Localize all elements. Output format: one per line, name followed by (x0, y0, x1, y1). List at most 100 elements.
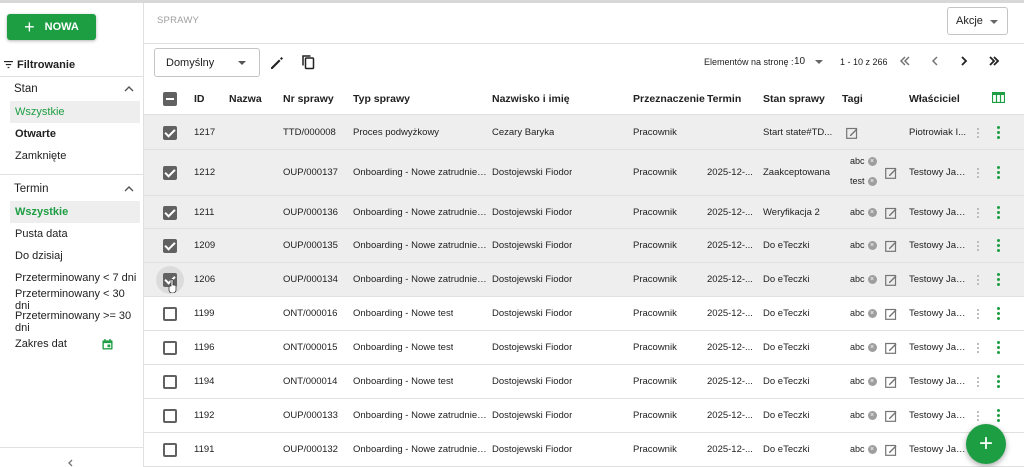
remove-tag-icon[interactable]: × (867, 342, 877, 352)
filter-termin-range[interactable]: Zakres dat (10, 333, 140, 355)
column-header[interactable]: Nr sprawy (283, 93, 334, 105)
columns-icon[interactable] (992, 92, 1005, 103)
table-row[interactable]: 1206 OUP/000134 Onboarding - Nowe zatrudni… (144, 263, 1024, 297)
filter-stan-all[interactable]: Wszystkie (10, 101, 140, 123)
view-select[interactable]: Domyślny (154, 48, 260, 77)
row-menu-icon[interactable] (997, 341, 1001, 355)
row-checkbox[interactable] (163, 239, 177, 253)
column-header[interactable]: ID (194, 93, 205, 105)
table-row[interactable]: 1196 ONT/000015 Onboarding - Nowe test Dost… (144, 331, 1024, 365)
edit-tags-icon[interactable] (885, 273, 898, 286)
filter-termin-all[interactable]: Wszystkie (10, 201, 140, 223)
table-row[interactable]: 1191 OUP/000132 Onboarding - Nowe zatrudni… (144, 433, 1024, 467)
row-checkbox[interactable] (163, 125, 177, 140)
remove-tag-icon[interactable]: × (867, 274, 877, 284)
table-row[interactable]: 1211 OUP/000136 Onboarding - Nowe zatrudni… (144, 196, 1024, 229)
edit-tags-icon[interactable] (846, 126, 859, 139)
remove-tag-icon[interactable]: × (867, 156, 877, 166)
tag-chip[interactable]: abc × (850, 308, 877, 318)
row-menu-icon[interactable] (997, 205, 1001, 220)
row-checkbox[interactable] (163, 443, 177, 457)
chevron-up-icon[interactable] (124, 84, 134, 94)
column-header[interactable]: Stan sprawy (763, 93, 825, 105)
column-header[interactable]: Przeznaczenie (633, 93, 705, 105)
edit-tags-icon[interactable] (885, 375, 898, 388)
actions-dropdown[interactable]: Akcje (947, 7, 1008, 35)
select-all-checkbox[interactable] (163, 92, 177, 106)
section-termin-header[interactable]: Termin (14, 183, 134, 195)
tag-chip[interactable]: abc × (850, 207, 877, 217)
remove-tag-icon[interactable]: × (867, 176, 877, 186)
filter-termin-empty[interactable]: Pusta data (10, 223, 140, 245)
tag-chip[interactable]: abc × (850, 240, 877, 250)
cell-case-number: OUP/000135 (283, 240, 338, 251)
chevron-up-icon[interactable] (124, 184, 134, 194)
filter-termin-overdue-30-plus[interactable]: Przeterminowany >= 30 dni (10, 310, 140, 334)
next-page-icon[interactable] (957, 54, 971, 68)
row-checkbox[interactable] (163, 166, 177, 180)
row-checkbox[interactable] (163, 375, 177, 389)
cell-purpose: Pracownik (633, 376, 677, 387)
prev-page-icon[interactable] (928, 54, 942, 68)
row-menu-icon[interactable] (997, 239, 1001, 253)
row-menu-icon[interactable] (997, 166, 1001, 180)
filter-stan-closed[interactable]: Zamknięte (10, 145, 140, 167)
row-menu-icon[interactable] (997, 375, 1001, 389)
edit-tags-icon[interactable] (885, 206, 898, 219)
filter-termin-overdue-30[interactable]: Przeterminowany < 30 dni (10, 288, 140, 312)
filter-termin-overdue-7[interactable]: Przeterminowany < 7 dni (10, 267, 140, 289)
edit-tags-icon[interactable] (885, 443, 898, 456)
calendar-icon[interactable] (102, 339, 113, 350)
page-size-select[interactable]: 10 (794, 56, 805, 67)
edit-tags-icon[interactable] (885, 307, 898, 320)
tag-chip[interactable]: abc × (850, 156, 877, 166)
tag-chip[interactable]: abc × (850, 376, 877, 386)
column-header[interactable]: Nazwa (229, 93, 262, 105)
remove-tag-icon[interactable]: × (867, 444, 877, 454)
tag-chip[interactable]: abc × (850, 274, 877, 284)
row-checkbox[interactable] (163, 205, 177, 220)
row-menu-icon[interactable] (997, 307, 1001, 321)
edit-tags-icon[interactable] (885, 239, 898, 252)
remove-tag-icon[interactable]: × (867, 308, 877, 318)
remove-tag-icon[interactable]: × (867, 376, 877, 386)
row-menu-icon[interactable] (997, 409, 1001, 423)
column-header[interactable]: Termin (707, 93, 741, 105)
remove-tag-icon[interactable]: × (867, 410, 877, 420)
row-checkbox[interactable] (163, 409, 177, 423)
column-header[interactable]: Typ sprawy (353, 93, 410, 105)
table-row[interactable]: 1192 OUP/000133 Onboarding - Nowe zatrudni… (144, 399, 1024, 433)
row-menu-icon[interactable] (997, 273, 1001, 287)
column-header[interactable]: Właściciel (909, 93, 960, 105)
new-button[interactable]: + NOWA (7, 14, 96, 40)
tag-chip[interactable]: abc × (850, 342, 877, 352)
edit-icon[interactable] (269, 55, 285, 71)
filter-stan-open[interactable]: Otwarte (10, 123, 140, 145)
remove-tag-icon[interactable]: × (867, 240, 877, 250)
filter-termin-today[interactable]: Do dzisiaj (10, 245, 140, 267)
table-row[interactable]: 1217 TTD/000008 Proces podwyżkowy Cezary Ba… (144, 115, 1024, 150)
section-stan-header[interactable]: Stan (14, 83, 134, 95)
row-checkbox[interactable] (163, 341, 177, 355)
tag-chip[interactable]: abc × (850, 410, 877, 420)
column-header[interactable]: Tagi (842, 93, 863, 105)
remove-tag-icon[interactable]: × (867, 207, 877, 217)
first-page-icon[interactable] (898, 54, 912, 68)
copy-icon[interactable] (301, 54, 317, 70)
chevron-left-icon[interactable] (66, 459, 76, 467)
tag-chip[interactable]: test × (850, 176, 877, 186)
caret-down-icon[interactable] (815, 60, 823, 64)
last-page-icon[interactable] (987, 54, 1001, 68)
table-row[interactable]: 1209 OUP/000135 Onboarding - Nowe zatrudni… (144, 229, 1024, 263)
edit-tags-icon[interactable] (885, 341, 898, 354)
table-row[interactable]: 1199 ONT/000016 Onboarding - Nowe test Dost… (144, 297, 1024, 331)
edit-tags-icon[interactable] (885, 409, 898, 422)
column-header[interactable]: Nazwisko i imię (492, 93, 570, 105)
row-menu-icon[interactable] (997, 125, 1001, 140)
edit-tags-icon[interactable] (885, 166, 898, 179)
row-checkbox[interactable] (163, 307, 177, 321)
tag-chip[interactable]: abc × (850, 444, 877, 454)
add-fab-button[interactable]: + (966, 424, 1006, 464)
table-row[interactable]: 1194 ONT/000014 Onboarding - Nowe test Dost… (144, 365, 1024, 399)
table-row[interactable]: 1212 OUP/000137 Onboarding - Nowe zatrudni… (144, 150, 1024, 196)
